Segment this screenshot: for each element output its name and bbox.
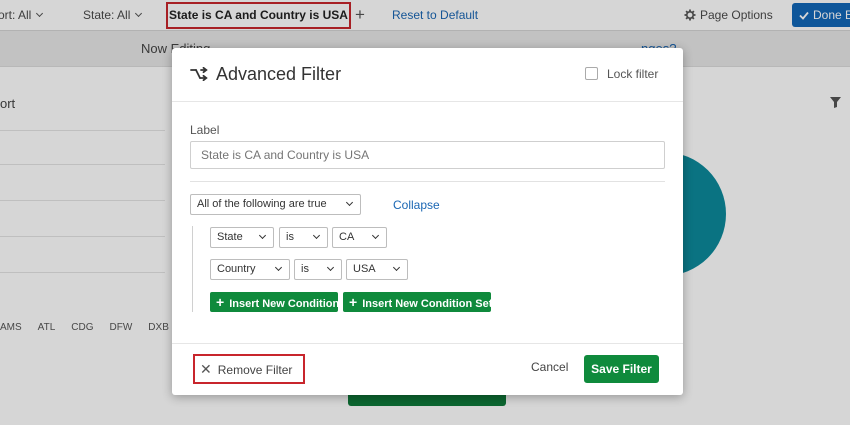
cancel-button[interactable]: Cancel [531,360,568,374]
condition-field-value: State [217,231,243,243]
save-filter-button[interactable]: Save Filter [584,355,659,383]
condition-operator-dropdown[interactable]: is [279,227,328,248]
plus-icon: + [349,294,358,310]
group-logic-value: All of the following are true [197,198,327,210]
chevron-down-icon [345,198,354,207]
dialog-footer: ✕ Remove Filter Cancel Save Filter [172,343,683,395]
chevron-down-icon [392,263,401,272]
insert-new-condition-set-button[interactable]: + Insert New Condition Set [343,292,493,312]
condition-value-dropdown[interactable]: USA [346,259,408,280]
close-icon: ✕ [200,361,212,377]
dialog-title: Advanced Filter [216,64,342,84]
condition-field-dropdown[interactable]: State [210,227,274,248]
remove-filter-button[interactable]: ✕ Remove Filter [193,354,305,384]
label-heading: Label [190,123,220,137]
remove-filter-label: Remove Filter [217,363,293,377]
dialog-header: Advanced Filter Lock filter [172,48,683,102]
filter-label-input[interactable] [190,141,665,169]
insert-condition-set-label: Insert New Condition Set [362,298,493,310]
chevron-down-icon [312,231,321,240]
condition-field-dropdown[interactable]: Country [210,259,290,280]
advanced-filter-icon [190,67,208,81]
condition-value-text: CA [339,231,355,243]
condition-value-text: USA [353,263,376,275]
plus-icon: + [216,294,225,310]
lock-filter-label[interactable]: Lock filter [607,67,658,81]
divider [190,181,665,182]
insert-new-condition-button[interactable]: + Insert New Condition [210,292,340,312]
condition-field-value: Country [217,263,256,275]
condition-operator-dropdown[interactable]: is [294,259,342,280]
advanced-filter-dialog: Advanced Filter Lock filter Label All of… [172,48,683,395]
condition-value-dropdown[interactable]: CA [332,227,387,248]
condition-operator-value: is [301,263,309,275]
condition-tree-line [192,226,193,312]
chevron-down-icon [258,231,267,240]
condition-operator-value: is [286,231,294,243]
lock-filter-checkbox[interactable] [585,67,598,80]
chevron-down-icon [371,231,380,240]
group-logic-dropdown[interactable]: All of the following are true [190,194,361,215]
chevron-down-icon [274,263,283,272]
collapse-link[interactable]: Collapse [393,198,440,212]
insert-condition-label: Insert New Condition [229,298,340,310]
chevron-down-icon [326,263,335,272]
